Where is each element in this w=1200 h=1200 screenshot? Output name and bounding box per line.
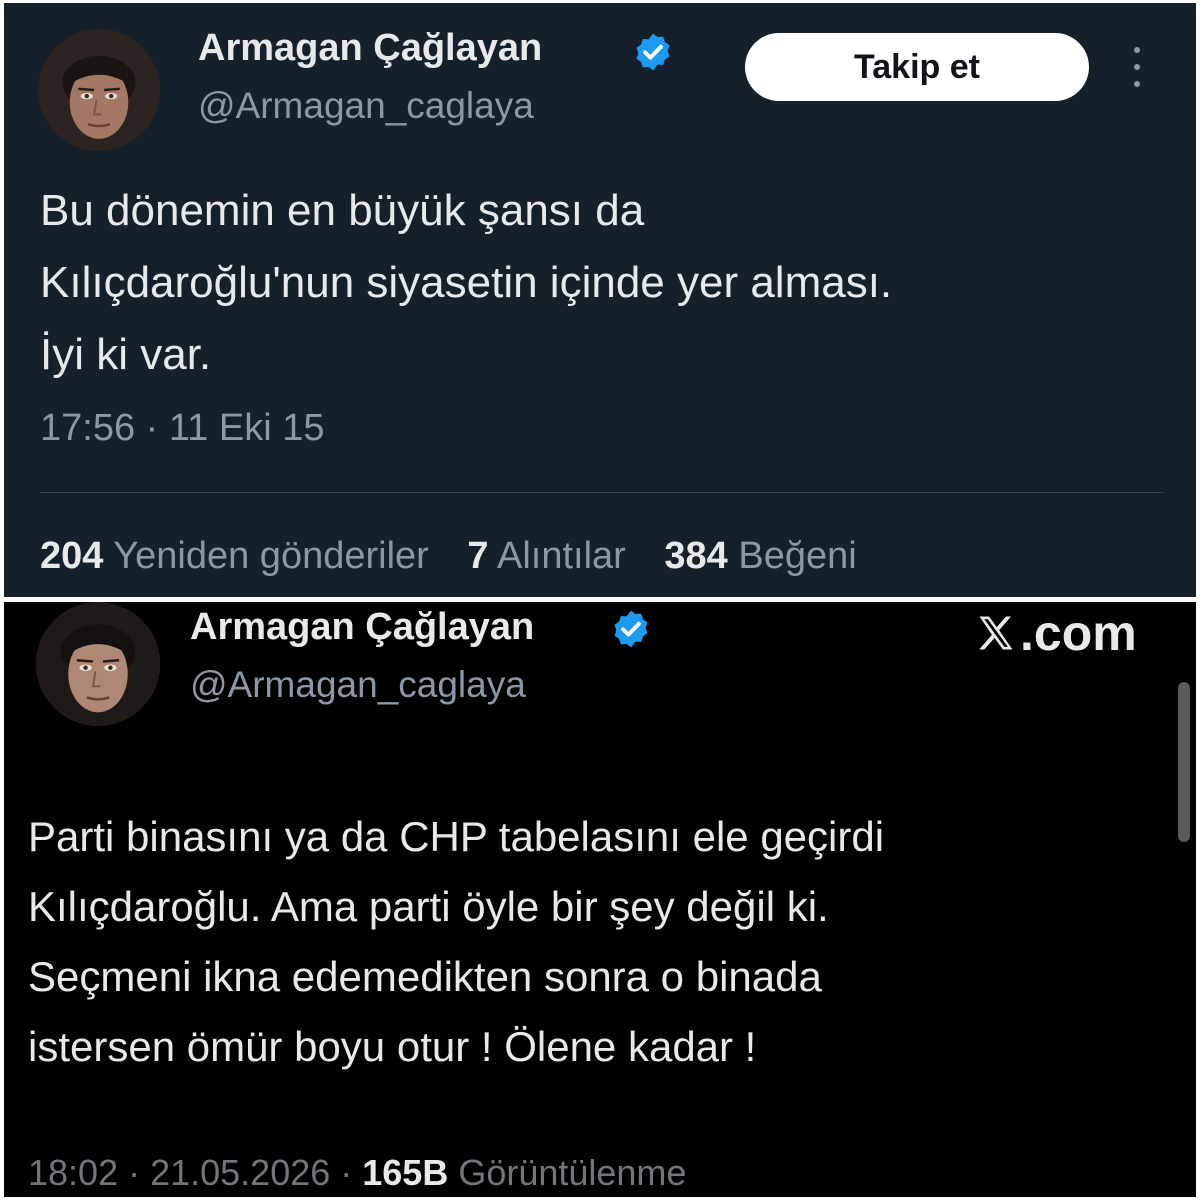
tweet-text-line: istersen ömür boyu otur ! Ölene kadar ! [28, 1023, 757, 1070]
x-domain-text: .com [1020, 605, 1137, 661]
verified-badge-icon [636, 33, 670, 71]
tweet-text-line: Bu dönemin en büyük şansı da [40, 186, 645, 235]
follow-button[interactable]: Takip et [745, 33, 1089, 101]
views-count: 165B [362, 1152, 449, 1193]
bottom-tweet-card: Armagan Çağlayan @Armagan_caglaya .com P… [4, 602, 1196, 1197]
tweet-text-line: Seçmeni ikna edemedikten sonra o binada [28, 953, 822, 1000]
divider [40, 492, 1164, 493]
tweet-text: Bu dönemin en büyük şansı da Kılıçdaroğl… [40, 175, 892, 391]
likes-label: Beğeni [738, 535, 857, 577]
tweet-text: Parti binasını ya da CHP tabelasını ele … [28, 802, 884, 1082]
top-tweet-card: Armagan Çağlayan @Armagan_caglaya Takip … [4, 3, 1196, 597]
quotes-stat[interactable]: 7 Alıntılar [467, 535, 625, 578]
author-name[interactable]: Armagan Çağlayan [190, 606, 534, 649]
scrollbar[interactable] [1178, 682, 1190, 842]
likes-count: 384 [664, 535, 728, 577]
retweets-count: 204 [40, 535, 104, 577]
tweet-text-line: Kılıçdaroğlu'nun siyasetin içinde yer al… [40, 258, 893, 307]
engagement-stats: 204 Yeniden gönderiler 7 Alıntılar 384 B… [40, 535, 885, 578]
tweet-text-line: İyi ki var. [40, 330, 212, 379]
author-avatar[interactable] [36, 602, 160, 726]
author-name[interactable]: Armagan Çağlayan [198, 27, 542, 70]
more-vertical-icon[interactable] [1120, 47, 1154, 87]
verified-badge-icon [614, 610, 648, 648]
tweet-text-line: Kılıçdaroğlu. Ama parti öyle bir şey değ… [28, 883, 829, 930]
quotes-count: 7 [467, 535, 489, 577]
tweet-timestamp[interactable]: 18:02 · 21.05.2026 · [28, 1152, 362, 1193]
retweets-label: Yeniden gönderiler [113, 535, 429, 577]
x-logo-icon [979, 616, 1013, 650]
tweet-text-line: Parti binasını ya da CHP tabelasını ele … [28, 813, 885, 860]
tweet-meta: 18:02 · 21.05.2026 · 165B Görüntülenme [28, 1152, 686, 1194]
views-label: Görüntülenme [448, 1152, 687, 1193]
x-brand: .com [974, 604, 1137, 662]
retweets-stat[interactable]: 204 Yeniden gönderiler [40, 535, 429, 578]
quotes-label: Alıntılar [496, 535, 626, 577]
likes-stat[interactable]: 384 Beğeni [664, 535, 856, 578]
author-handle[interactable]: @Armagan_caglaya [198, 85, 534, 127]
author-handle[interactable]: @Armagan_caglaya [190, 664, 526, 706]
author-avatar[interactable] [38, 29, 160, 151]
tweet-timestamp[interactable]: 17:56 · 11 Eki 15 [40, 407, 324, 450]
